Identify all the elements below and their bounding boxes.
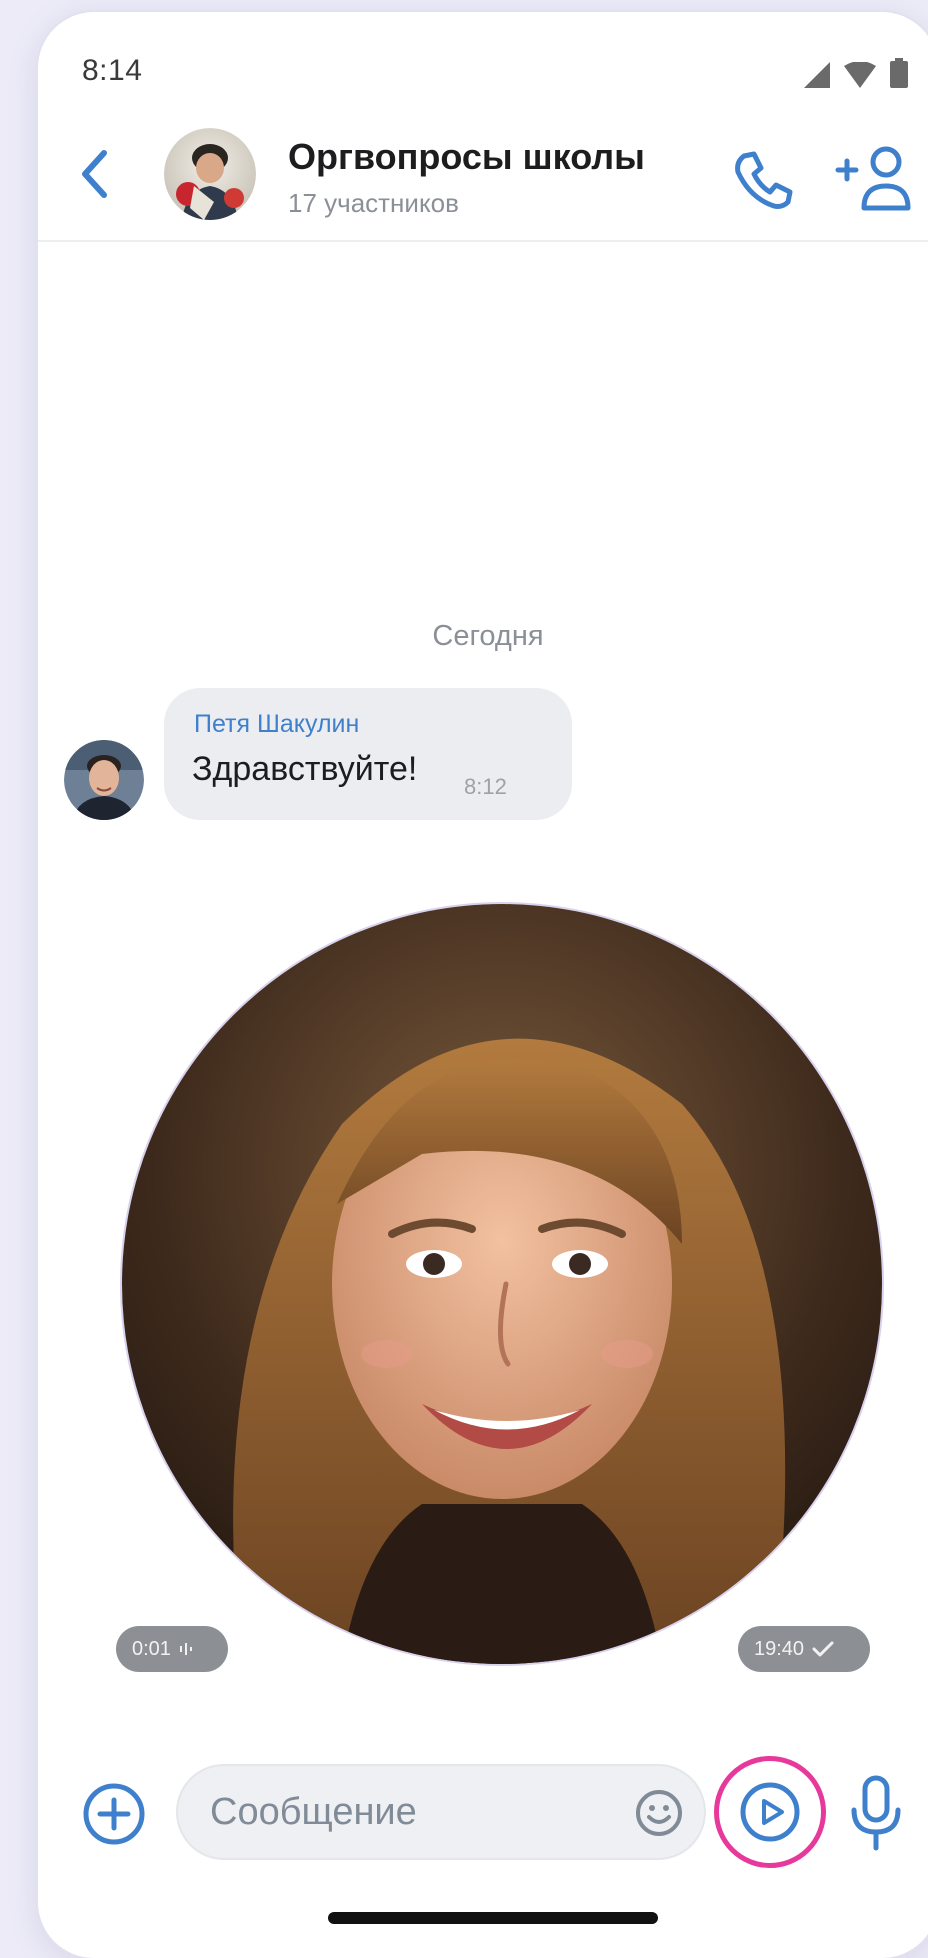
video-duration-badge: 0:01 — [116, 1626, 228, 1672]
battery-icon — [890, 58, 908, 88]
home-indicator[interactable] — [328, 1912, 658, 1924]
add-user-icon — [834, 142, 914, 214]
message-composer — [38, 1742, 928, 1868]
message-text: Здравствуйте! — [192, 750, 418, 788]
play-circle-icon — [738, 1780, 802, 1844]
status-bar: 8:14 — [38, 12, 928, 102]
date-separator: Сегодня — [432, 620, 544, 652]
video-time-badge: 19:40 — [738, 1626, 870, 1672]
attach-button[interactable] — [82, 1782, 146, 1846]
status-time: 8:14 — [82, 54, 143, 87]
message-time: 8:12 — [464, 774, 507, 799]
wifi-icon — [844, 62, 876, 88]
audio-wave-icon — [179, 1642, 193, 1656]
chat-title: Оргвопросы школы — [288, 136, 645, 177]
plus-circle-icon — [82, 1782, 146, 1846]
message-author[interactable]: Петя Шакулин — [194, 710, 359, 739]
signal-icon — [804, 62, 830, 88]
phone-icon — [730, 146, 798, 214]
chat-members-count[interactable]: 17 участников — [288, 188, 459, 219]
smile-icon — [634, 1788, 684, 1838]
video-time: 19:40 — [754, 1637, 805, 1660]
message-bubble[interactable]: Петя Шакулин Здравствуйте! 8:12 — [164, 688, 572, 820]
add-member-button[interactable] — [834, 142, 914, 214]
microphone-icon — [848, 1774, 904, 1854]
voice-message-button[interactable] — [848, 1774, 904, 1854]
video-duration: 0:01 — [132, 1637, 171, 1660]
video-message-button[interactable] — [714, 1756, 826, 1868]
message-input[interactable] — [176, 1764, 706, 1860]
chevron-left-icon — [80, 149, 108, 199]
phone-screen: 8:14 Оргвопросы школы 17 участников Сего… — [38, 12, 928, 1958]
video-message[interactable] — [122, 904, 882, 1664]
call-button[interactable] — [730, 146, 798, 214]
status-icons — [804, 58, 908, 88]
emoji-button[interactable] — [634, 1788, 684, 1838]
sender-avatar[interactable] — [64, 740, 144, 820]
check-icon — [812, 1641, 834, 1657]
chat-avatar[interactable] — [164, 128, 256, 220]
chat-header: Оргвопросы школы 17 участников — [38, 108, 928, 242]
back-button[interactable] — [74, 144, 114, 204]
